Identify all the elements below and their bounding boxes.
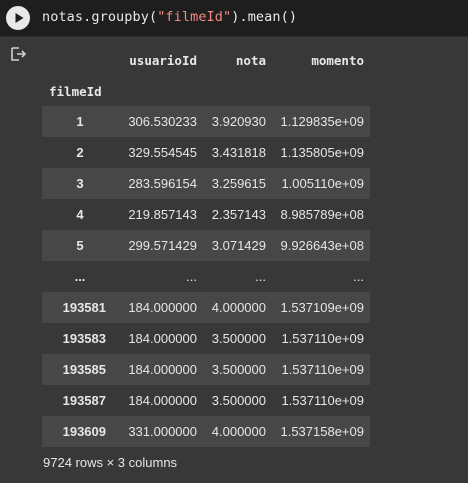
- table-row: 4 219.857143 2.357143 8.985789e+08: [42, 199, 370, 230]
- notebook-page: notas.groupby("filmeId").mean() usuarioI…: [0, 0, 468, 483]
- row-index: 193609: [62, 424, 106, 439]
- empty-header-cell: [118, 76, 200, 106]
- code-string-literal: "filmeId": [157, 9, 232, 25]
- cell-nota: 3.071429: [211, 238, 266, 253]
- output-redirect-icon[interactable]: [10, 46, 28, 62]
- code-prefix: notas.groupby(: [42, 9, 158, 25]
- column-header-nota: nota: [235, 52, 266, 68]
- column-header-usuarioId: usuarioId: [129, 52, 197, 68]
- corner-header: [42, 44, 118, 76]
- code-text[interactable]: notas.groupby("filmeId").mean(): [42, 9, 297, 25]
- dataframe-shape-text: 9724 rows × 3 columns: [43, 455, 178, 470]
- cell-nota: ...: [255, 269, 266, 284]
- row-index: ...: [74, 269, 86, 284]
- cell-nota: 3.500000: [211, 393, 266, 408]
- play-icon: [15, 13, 24, 23]
- cell-nota: 2.357143: [211, 207, 266, 222]
- table-row: 193581 184.000000 4.000000 1.537109e+09: [42, 292, 370, 323]
- cell-usuarioId: 331.000000: [128, 424, 197, 439]
- table-row: 2 329.554545 3.431818 1.135805e+09: [42, 137, 370, 168]
- table-row: 193585 184.000000 3.500000 1.537110e+09: [42, 354, 370, 385]
- cell-nota: 3.920930: [211, 114, 266, 129]
- index-header-row: filmeId: [42, 76, 370, 106]
- cell-usuarioId: 184.000000: [128, 362, 197, 377]
- cell-usuarioId: 283.596154: [128, 176, 197, 191]
- cell-nota: 4.000000: [211, 300, 266, 315]
- cell-usuarioId: ...: [186, 269, 197, 284]
- cell-usuarioId: 299.571429: [128, 238, 197, 253]
- cell-usuarioId: 219.857143: [128, 207, 197, 222]
- index-name-header: filmeId: [49, 83, 102, 99]
- cell-momento: 9.926643e+08: [280, 238, 364, 253]
- code-cell[interactable]: notas.groupby("filmeId").mean(): [0, 0, 468, 37]
- row-index: 3: [76, 176, 84, 191]
- cell-momento: 1.537110e+09: [281, 362, 364, 377]
- cell-nota: 3.500000: [211, 331, 266, 346]
- cell-momento: ...: [353, 269, 364, 284]
- cell-usuarioId: 329.554545: [128, 145, 197, 160]
- cell-momento: 1.537109e+09: [280, 300, 364, 315]
- dataframe-table: usuarioId nota momento filmeId 1 306.5302…: [42, 44, 370, 447]
- cell-momento: 1.005110e+09: [281, 176, 364, 191]
- cell-usuarioId: 184.000000: [128, 393, 197, 408]
- table-row: 193609 331.000000 4.000000 1.537158e+09: [42, 416, 370, 447]
- cell-usuarioId: 306.530233: [128, 114, 197, 129]
- table-row: 5 299.571429 3.071429 9.926643e+08: [42, 230, 370, 261]
- code-suffix: ).mean(): [231, 9, 298, 25]
- cell-momento: 1.537110e+09: [281, 393, 364, 408]
- table-body: 1 306.530233 3.920930 1.129835e+09 2 329.5545…: [42, 106, 370, 447]
- column-header-row: usuarioId nota momento: [42, 44, 370, 76]
- cell-nota: 4.000000: [211, 424, 266, 439]
- cell-nota: 3.259615: [211, 176, 266, 191]
- cell-momento: 1.135805e+09: [280, 145, 364, 160]
- table-row: 3 283.596154 3.259615 1.005110e+09: [42, 168, 370, 199]
- cell-momento: 1.537158e+09: [280, 424, 364, 439]
- cell-usuarioId: 184.000000: [128, 300, 197, 315]
- row-index: 4: [76, 207, 84, 222]
- row-index: 2: [76, 145, 84, 160]
- run-cell-button[interactable]: [6, 6, 30, 30]
- row-index: 193585: [62, 362, 106, 377]
- row-index: 1: [76, 114, 84, 129]
- empty-header-cell: [200, 76, 272, 106]
- column-header-momento: momento: [311, 52, 364, 68]
- cell-momento: 1.537110e+09: [281, 331, 364, 346]
- empty-header-cell: [272, 76, 370, 106]
- cell-momento: 8.985789e+08: [280, 207, 364, 222]
- dataframe-output: usuarioId nota momento filmeId 1 306.5302…: [42, 44, 370, 447]
- row-index: 5: [76, 238, 84, 253]
- row-index: 193583: [62, 331, 106, 346]
- table-row: 1 306.530233 3.920930 1.129835e+09: [42, 106, 370, 137]
- table-row: 193583 184.000000 3.500000 1.537110e+09: [42, 323, 370, 354]
- table-row: ............: [42, 261, 370, 292]
- table-row: 193587 184.000000 3.500000 1.537110e+09: [42, 385, 370, 416]
- cell-nota: 3.500000: [211, 362, 266, 377]
- cell-nota: 3.431818: [211, 145, 266, 160]
- row-index: 193581: [62, 300, 106, 315]
- row-index: 193587: [62, 393, 106, 408]
- cell-momento: 1.129835e+09: [280, 114, 364, 129]
- cell-usuarioId: 184.000000: [128, 331, 197, 346]
